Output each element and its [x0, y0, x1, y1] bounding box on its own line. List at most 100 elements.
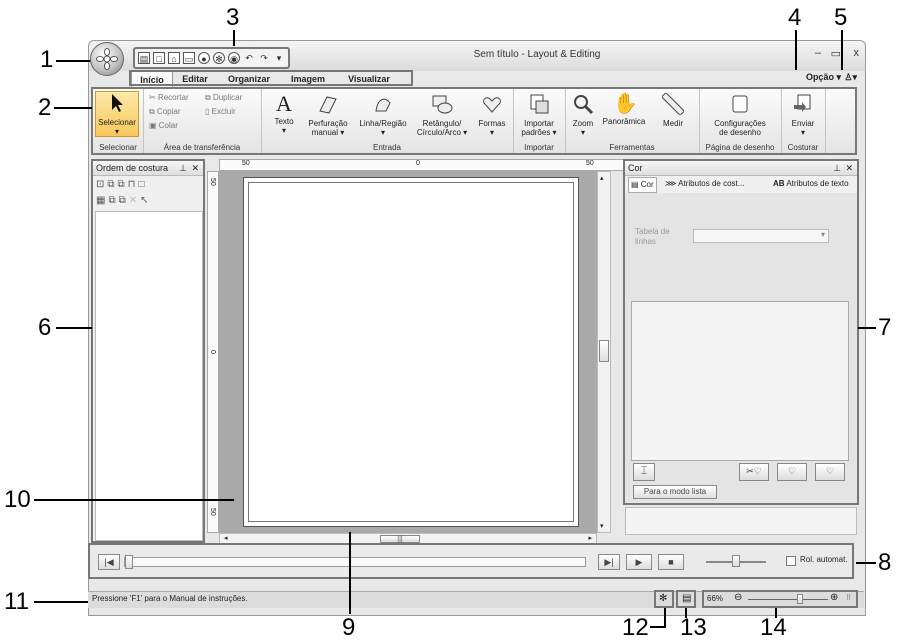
close-icon[interactable]: ✕	[845, 161, 853, 175]
fit-icon[interactable]: ⊡	[96, 179, 107, 190]
go-to-start-button[interactable]: |◀	[98, 554, 120, 570]
ruler-icon	[660, 91, 686, 117]
delete-button[interactable]: ▯ Excluir	[205, 107, 236, 117]
stitch-progress-track[interactable]	[124, 555, 586, 569]
sew-order-toolbar-1: ⊡⧉⧉⊓□	[96, 179, 148, 190]
ruler-left-label-center: 0	[209, 350, 216, 354]
punch-label-2: manual ▾	[311, 128, 345, 137]
tab-organizar[interactable]: Organizar	[221, 71, 277, 87]
design-area[interactable]	[219, 171, 597, 533]
callout-14: 14	[760, 614, 787, 641]
zoom-slider-track[interactable]	[748, 594, 828, 604]
speed-slider-track[interactable]	[706, 555, 766, 567]
pointer-icon[interactable]: ↖	[140, 195, 151, 206]
send-button[interactable]: Enviar ▾	[785, 93, 821, 137]
rect-circle-arc-button[interactable]: Retângulo/ Círculo/Arco ▾	[413, 93, 471, 137]
sewing-order-list[interactable]	[95, 211, 203, 541]
zoom-slider-thumb[interactable]	[797, 594, 803, 604]
duplicate-button[interactable]: ⧉ Duplicar	[205, 93, 242, 103]
magnifier-icon	[574, 95, 594, 115]
scroll-right-icon[interactable]: ▸	[588, 534, 592, 542]
sewing-order-title: Ordem de costura	[96, 163, 169, 173]
order-back-icon[interactable]: ⧉	[118, 179, 128, 190]
design-settings-button[interactable]: Configurações de desenho	[705, 93, 775, 137]
pin-icon[interactable]: ⊥	[833, 161, 841, 175]
thread-table-select[interactable]: ▾	[693, 229, 829, 243]
list-mode-button[interactable]: Para o modo lista	[633, 485, 717, 499]
zoom-in-icon[interactable]: ⊕	[830, 592, 838, 603]
application-button[interactable]	[90, 42, 124, 76]
tab-sew-attributes[interactable]: ⋙ Atributos de cost...	[665, 177, 744, 191]
select-button[interactable]: Selecionar ▾	[95, 91, 139, 137]
tab-inicio[interactable]: Início	[131, 71, 173, 88]
tab-color[interactable]: ▤ Cor	[628, 177, 657, 193]
page-view-button[interactable]: ▤	[676, 590, 696, 608]
shapes-chevron-icon: ▾	[489, 128, 494, 137]
scroll-up-icon[interactable]: ▴	[600, 174, 604, 182]
minimize-button[interactable]: –	[815, 47, 821, 59]
zoom-button[interactable]: Zoom ▾	[569, 93, 597, 137]
close-button[interactable]: x	[854, 47, 860, 59]
thread-color-list[interactable]	[631, 301, 849, 461]
tab-editar[interactable]: Editar	[175, 71, 215, 87]
heart-button-1[interactable]: ♡	[777, 463, 807, 481]
help-menu[interactable]: ♙▾	[844, 72, 857, 83]
ruler-top-label-center: 0	[416, 160, 420, 167]
group-icon[interactable]: ⧉	[108, 195, 118, 206]
stop-button[interactable]: ■	[658, 554, 684, 570]
disabled-icon: ✕	[128, 195, 141, 206]
color-order-icon[interactable]: ▦	[96, 195, 108, 206]
cut-button[interactable]: ✂ Recortar	[149, 93, 189, 103]
maximize-button[interactable]: ▭	[831, 47, 841, 60]
color-panel-tabs: ▤ Cor ⋙ Atributos de cost... AB Atributo…	[625, 177, 857, 193]
tab-visualizar[interactable]: Visualizar	[339, 71, 399, 87]
heart-icon: ♡	[825, 466, 835, 476]
pin-icon[interactable]: ⊥	[179, 161, 187, 175]
frame-icon[interactable]: □	[138, 179, 147, 190]
order-front-icon[interactable]: ⧉	[107, 179, 117, 190]
option-menu[interactable]: Opção ▾	[806, 72, 841, 83]
lock-icon[interactable]: ⊓	[128, 179, 139, 190]
design-page[interactable]	[243, 177, 579, 527]
sew-order-toolbar-2: ▦⧉⧉✕↖	[96, 195, 152, 206]
scissors-heart-icon: ✂♡	[746, 466, 762, 476]
ungroup-icon[interactable]: ⧉	[119, 195, 129, 206]
text-button[interactable]: A Texto ▾	[269, 93, 299, 136]
play-icon: ▶	[635, 557, 643, 567]
sewing-settings-button[interactable]: ✻	[654, 590, 674, 608]
shapes-button[interactable]: Formas ▾	[475, 93, 509, 137]
tab-text-attributes[interactable]: AB Atributos de texto	[773, 177, 849, 191]
pan-button[interactable]: ✋ Panorâmica	[599, 93, 649, 126]
close-icon[interactable]: ✕	[191, 161, 199, 175]
paste-button[interactable]: ▣ Colar	[149, 121, 178, 131]
auto-scroll-checkbox[interactable]	[786, 556, 796, 566]
scroll-left-icon[interactable]: ◂	[224, 534, 228, 542]
line-region-button[interactable]: Linha/Região ▾	[355, 93, 411, 137]
scroll-grip-icon: |||	[397, 536, 403, 543]
send-chevron-icon: ▾	[800, 128, 805, 137]
tab-imagem[interactable]: Imagem	[283, 71, 333, 87]
callout-2: 2	[38, 94, 52, 121]
zoom-out-icon[interactable]: ⊖	[734, 592, 742, 603]
heart-button-2[interactable]: ♡	[815, 463, 845, 481]
measure-button[interactable]: Medir	[653, 91, 693, 128]
stitch-progress-thumb[interactable]	[125, 555, 133, 569]
go-to-end-button[interactable]: ▶|	[598, 554, 620, 570]
import-patterns-button[interactable]: Importar padrões ▾	[517, 93, 561, 137]
stitch-simulator-bar: |◀ ▶| ▶ ■ Rol. automat.	[88, 543, 854, 579]
manual-punch-button[interactable]: Perfuração manual ▾	[305, 93, 351, 137]
lower-panel-area	[625, 507, 857, 535]
line-region-chevron-icon: ▾	[380, 128, 385, 137]
horizontal-scroll-thumb[interactable]: |||	[380, 535, 420, 543]
vertical-scrollbar[interactable]: ▴ ▾	[597, 171, 611, 533]
copy-button[interactable]: ⧉ Copiar	[149, 107, 181, 117]
vertical-scroll-thumb[interactable]	[599, 340, 609, 362]
speed-slider-thumb[interactable]	[732, 555, 740, 567]
thread-spool-button[interactable]: ⌶	[633, 463, 655, 481]
play-button[interactable]: ▶	[626, 554, 652, 570]
thread-table-label-2: linhas	[635, 237, 656, 246]
edit-color-button[interactable]: ✂♡	[739, 463, 769, 481]
scroll-down-icon[interactable]: ▾	[600, 522, 604, 530]
window-title: Sem título - Layout & Editing	[473, 49, 601, 60]
import-icon	[530, 94, 549, 114]
